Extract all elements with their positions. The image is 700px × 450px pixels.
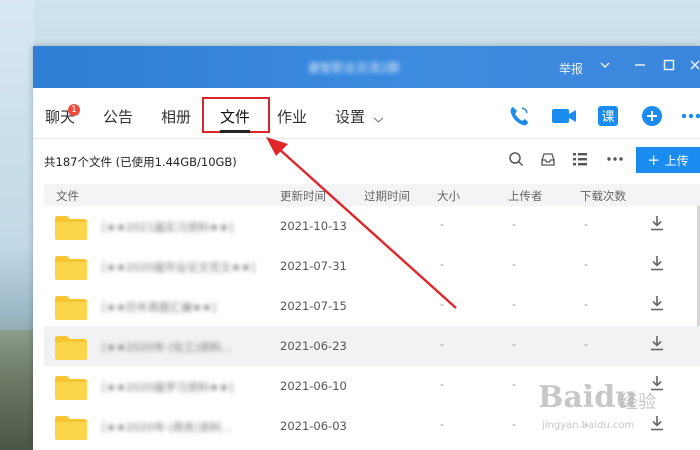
minimize-icon[interactable]: [634, 59, 646, 75]
download-count: -: [584, 258, 588, 271]
svg-text:课: 课: [601, 110, 614, 125]
table-row[interactable]: [★★2020年·(化工)资料... 2021-06-23 - - -: [44, 326, 700, 366]
download-count: -: [584, 218, 588, 231]
download-icon[interactable]: [650, 215, 664, 231]
window-title: 睿智职业交流2群: [308, 61, 400, 75]
file-name[interactable]: [★★2020届毕业论文范文★★]: [102, 259, 255, 275]
download-count: -: [584, 298, 588, 311]
file-size: -: [440, 258, 444, 271]
tab-announcement[interactable]: 公告: [103, 106, 133, 127]
list-view-icon[interactable]: [572, 151, 588, 167]
file-name[interactable]: [★★2020届学习资料★★]: [102, 379, 233, 395]
chevron-down-icon[interactable]: [373, 110, 384, 129]
folder-icon: [55, 416, 87, 440]
folder-icon: [55, 376, 87, 400]
close-icon[interactable]: [689, 59, 700, 75]
report-link[interactable]: 举报: [559, 60, 583, 77]
upload-label: 上传: [664, 154, 689, 168]
table-row[interactable]: [★★历年真题汇编★★] 2021-07-15 - - -: [44, 286, 700, 326]
watermark-cn: 经验: [620, 392, 656, 413]
uploader: -: [512, 418, 516, 431]
tab-album[interactable]: 相册: [161, 106, 191, 127]
maximize-icon[interactable]: [663, 59, 675, 75]
file-name[interactable]: [★★2020年·(化工)资料...: [102, 339, 232, 355]
folder-icon: [55, 216, 87, 240]
updated-date: 2021-06-10: [280, 379, 347, 393]
uploader: -: [512, 298, 516, 311]
file-name[interactable]: [★★2020年·(商务)资料...: [102, 419, 232, 435]
updated-date: 2021-10-13: [280, 219, 347, 233]
updated-date: 2021-06-23: [280, 339, 347, 353]
unread-badge: 1: [68, 104, 80, 116]
upload-button[interactable]: + 上传: [636, 147, 700, 173]
lesson-icon[interactable]: 课: [596, 104, 620, 128]
folder-icon: [55, 336, 87, 360]
add-icon[interactable]: [640, 104, 664, 128]
tab-settings[interactable]: 设置: [335, 106, 365, 127]
more-icon[interactable]: [679, 104, 700, 128]
watermark-url: jingyan.baidu.com: [542, 420, 635, 431]
file-name[interactable]: [★★2021届实习资料★★]: [102, 219, 233, 235]
plus-icon: +: [647, 151, 665, 169]
file-size: -: [440, 218, 444, 231]
search-icon[interactable]: [508, 151, 524, 167]
uploader: -: [512, 218, 516, 231]
download-icon[interactable]: [650, 255, 664, 271]
updated-date: 2021-06-03: [280, 419, 347, 433]
download-icon[interactable]: [650, 295, 664, 311]
title-bar: 睿智职业交流2群 举报: [33, 46, 700, 88]
updated-date: 2021-07-31: [280, 259, 347, 273]
inbox-icon[interactable]: [540, 151, 556, 167]
uploader: -: [512, 258, 516, 271]
file-size: -: [440, 418, 444, 431]
baidu-watermark: Baidu 经验 jingyan.baidu.com: [536, 378, 686, 438]
folder-icon: [55, 296, 87, 320]
uploader: -: [512, 378, 516, 391]
column-header-file[interactable]: 文件: [56, 188, 79, 204]
header-divider: [33, 138, 700, 139]
file-summary: 共187个文件 (已使用1.44GB/10GB): [44, 155, 237, 169]
selected-tab-underline: [220, 130, 250, 133]
column-header-downloads[interactable]: 下载次数: [580, 188, 626, 204]
column-header-size[interactable]: 大小: [437, 188, 460, 204]
file-size: -: [440, 338, 444, 351]
table-row[interactable]: [★★2020届毕业论文范文★★] 2021-07-31 - - -: [44, 246, 700, 286]
file-size: -: [440, 298, 444, 311]
updated-date: 2021-07-15: [280, 299, 347, 313]
uploader: -: [512, 338, 516, 351]
chevron-down-icon[interactable]: [599, 59, 611, 75]
file-name[interactable]: [★★历年真题汇编★★]: [102, 299, 216, 315]
video-icon[interactable]: [551, 104, 576, 128]
download-count: -: [584, 338, 588, 351]
column-header-updated[interactable]: 更新时间: [280, 188, 326, 204]
column-header-uploader[interactable]: 上传者: [508, 188, 543, 204]
column-header-expiry[interactable]: 过期时间: [364, 188, 410, 204]
table-row[interactable]: [★★2021届实习资料★★] 2021-10-13 - - -: [44, 206, 700, 246]
table-header: 文件 更新时间 过期时间 大小 上传者 下载次数: [44, 184, 700, 206]
file-size: -: [440, 378, 444, 391]
files-tab-highlight-box: [202, 97, 270, 133]
phone-icon[interactable]: [507, 104, 531, 128]
tab-homework[interactable]: 作业: [277, 106, 307, 127]
download-icon[interactable]: [650, 335, 664, 351]
folder-icon: [55, 256, 87, 280]
desktop-landscape: [0, 330, 34, 450]
more-options-icon[interactable]: [606, 151, 623, 167]
